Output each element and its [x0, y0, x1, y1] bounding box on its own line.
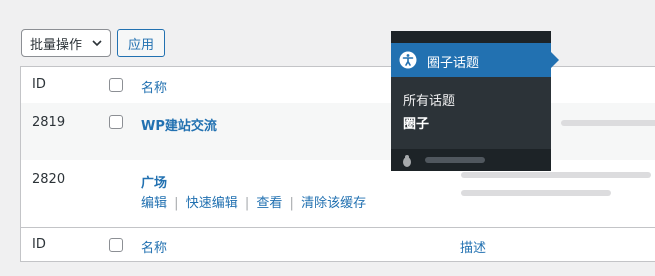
bug-icon: [403, 155, 411, 167]
table-row: 2819 WP建站交流: [21, 103, 655, 160]
menu-pointer-arrow: [551, 52, 559, 68]
blurred-description: [461, 172, 651, 178]
row-id: 2820: [32, 172, 66, 187]
admin-menu-flyout: 圈子话题 所有话题 圈子: [391, 31, 559, 171]
column-name-footer[interactable]: 名称: [141, 237, 167, 256]
row-title-link[interactable]: WP建站交流: [141, 115, 217, 134]
clear-cache-link[interactable]: 清除该缓存: [301, 196, 366, 211]
edit-link[interactable]: 编辑: [141, 196, 167, 211]
table-header: ID 名称: [21, 67, 655, 104]
row-id: 2819: [32, 115, 66, 130]
quick-edit-link[interactable]: 快速编辑: [186, 196, 238, 211]
select-all-checkbox-footer[interactable]: [109, 238, 123, 252]
chevron-down-icon: [92, 40, 102, 47]
apply-button[interactable]: 应用: [117, 29, 165, 57]
menu-item-topics[interactable]: 圈子话题: [391, 43, 559, 77]
bulk-actions-label: 批量操作: [30, 37, 83, 53]
accessibility-icon: [399, 51, 417, 69]
view-link[interactable]: 查看: [256, 196, 282, 211]
column-id-header: ID: [32, 77, 46, 92]
row-actions: 编辑 | 快速编辑 | 查看 | 清除该缓存: [141, 192, 366, 211]
menu-item-next[interactable]: [391, 149, 551, 171]
select-all-checkbox[interactable]: [109, 78, 123, 92]
blurred-description: [561, 120, 655, 126]
action-separator: |: [174, 196, 179, 211]
column-description-footer[interactable]: 描述: [460, 237, 486, 256]
submenu-item-all-topics[interactable]: 所有话题: [403, 90, 455, 109]
blurred-description: [461, 190, 611, 196]
submenu-item-circles[interactable]: 圈子: [403, 113, 429, 132]
action-separator: |: [289, 196, 294, 211]
menu-item-label: 圈子话题: [427, 56, 480, 71]
apply-button-label: 应用: [127, 37, 154, 53]
bulk-actions-select[interactable]: 批量操作: [21, 29, 111, 57]
row-checkbox[interactable]: [109, 115, 123, 129]
action-separator: |: [244, 196, 250, 211]
row-title-link[interactable]: 广场: [141, 172, 167, 191]
terms-table: ID 名称 2819 WP建站交流 2820 广场 编辑 | 快速编辑 | 查看…: [20, 66, 655, 262]
column-id-footer: ID: [32, 237, 46, 252]
column-name-header[interactable]: 名称: [141, 77, 167, 96]
table-row: 2820 广场 编辑 | 快速编辑 | 查看 | 清除该缓存: [21, 160, 655, 227]
blurred-menu-label: [425, 157, 485, 163]
submenu: 所有话题 圈子: [391, 77, 551, 149]
table-footer: ID 名称 描述: [21, 227, 655, 262]
